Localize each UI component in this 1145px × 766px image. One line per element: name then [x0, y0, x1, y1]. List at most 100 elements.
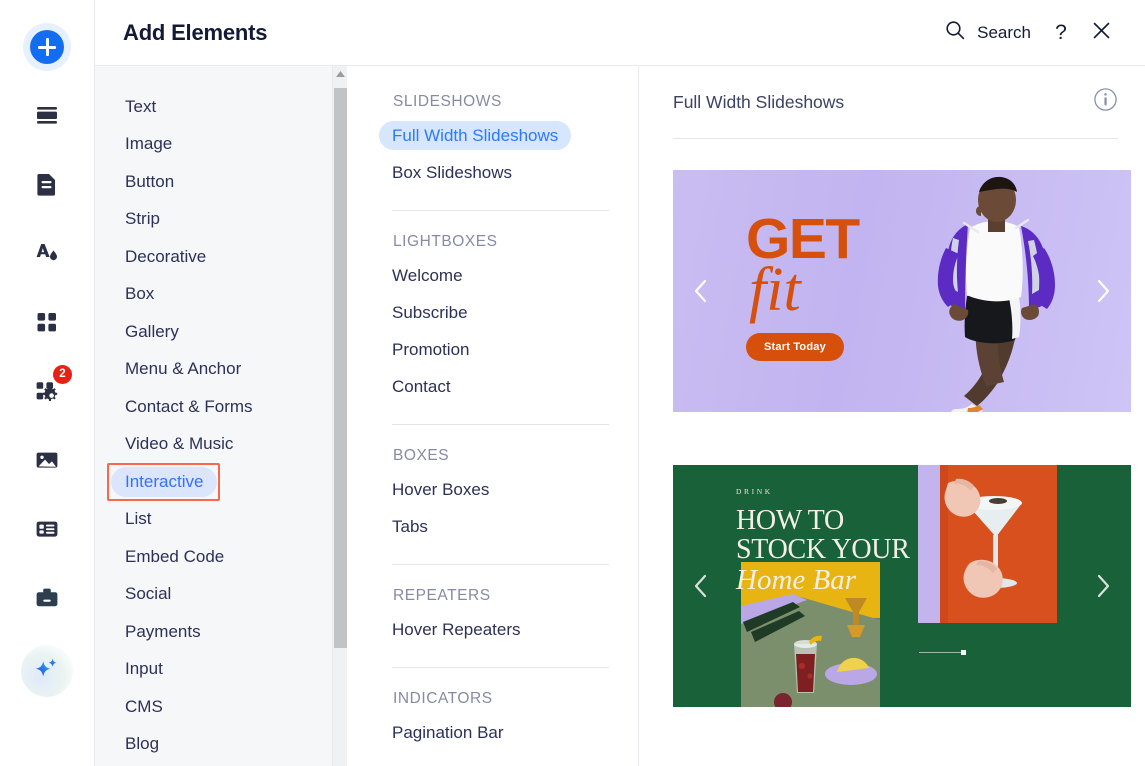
help-button[interactable]: ? [1041, 13, 1081, 53]
slide-progress-indicator[interactable] [919, 647, 966, 657]
subcategory-group-heading: REPEATERS [393, 587, 491, 604]
category-item-strip[interactable]: Strip [95, 201, 347, 239]
rail-item-media[interactable] [23, 436, 71, 484]
category-item-button[interactable]: Button [95, 163, 347, 201]
panel-header: Add Elements Search ? [95, 0, 1145, 66]
category-item-interactive[interactable]: Interactive [95, 463, 347, 501]
category-item-contact-forms[interactable]: Contact & Forms [95, 388, 347, 426]
main-panel: Add Elements Search ? Text Image Button … [95, 0, 1145, 766]
category-item-label: Contact & Forms [125, 396, 253, 416]
home-bar-headline: DRINK HOW TO STOCK YOUR Home Bar [736, 487, 910, 596]
next-slide-button[interactable] [1088, 571, 1118, 601]
subcategory-item-label: Hover Boxes [392, 479, 490, 499]
add-elements-panel: 2 Add Elements Search ? Text Image Butto… [0, 0, 1145, 766]
slideshow-preview-get-fit[interactable]: GET fit Start Today [673, 170, 1131, 412]
search-label: Search [977, 22, 1031, 42]
category-item-blog[interactable]: Blog [95, 726, 347, 764]
category-item-label: Decorative [125, 246, 207, 266]
rail-item-site-design[interactable] [23, 229, 71, 277]
category-item-embed-code[interactable]: Embed Code [95, 538, 347, 576]
runner-photo [937, 176, 1055, 412]
category-item-label: Blog [125, 734, 160, 754]
headline-line-1: HOW TO [736, 505, 844, 536]
category-item-menu-anchor[interactable]: Menu & Anchor [95, 351, 347, 389]
category-item-label: List [125, 509, 152, 529]
subcategory-item-welcome[interactable]: Welcome [392, 257, 638, 294]
headline-script: Home Bar [736, 564, 857, 597]
category-item-image[interactable]: Image [95, 126, 347, 164]
headline-line-2: STOCK YOUR [736, 533, 910, 565]
subcategory-separator [392, 424, 609, 425]
category-item-video-music[interactable]: Video & Music [95, 426, 347, 464]
prev-slide-button[interactable] [686, 276, 716, 306]
rail-item-pages[interactable] [23, 160, 71, 208]
subcategory-item-full-width-slideshows[interactable]: Full Width Slideshows [379, 117, 638, 154]
header-actions: Search ? [934, 13, 1121, 53]
info-button[interactable] [1093, 87, 1118, 117]
start-today-button[interactable]: Start Today [746, 333, 844, 362]
rail-item-ai-assistant[interactable] [21, 645, 73, 697]
preview-column: Full Width Slideshows GET fit Start Toda… [639, 66, 1145, 766]
table-icon [32, 514, 62, 544]
category-item-label: Menu & Anchor [125, 359, 242, 379]
category-list: Text Image Button Strip Decorative Box Gallery… [95, 66, 347, 763]
briefcase-icon [32, 583, 62, 613]
close-button[interactable] [1081, 13, 1121, 53]
category-item-gallery[interactable]: Gallery [95, 313, 347, 351]
subcategory-item-hover-repeaters[interactable]: Hover Repeaters [392, 611, 638, 648]
category-item-label: Text [125, 96, 157, 116]
category-item-label: Video & Music [125, 434, 234, 454]
subcategory-group: SLIDESHOWS Full Width Slideshows Box Slide… [379, 93, 638, 191]
preview-card-list: GET fit Start Today DRINK HOW TO STOCK Y… [673, 139, 1145, 707]
category-item-payments[interactable]: Payments [95, 613, 347, 651]
subcategory-item-box-slideshows[interactable]: Box Slideshows [392, 154, 638, 191]
category-item-cms[interactable]: CMS [95, 688, 347, 726]
subcategory-item-subscribe[interactable]: Subscribe [392, 294, 638, 331]
subcategory-group-heading: INDICATORS [393, 690, 493, 707]
scrollbar-thumb[interactable] [334, 88, 347, 648]
subcategory-item-label: Box Slideshows [392, 162, 513, 182]
prev-slide-button[interactable] [686, 571, 716, 601]
category-item-label: Interactive [106, 463, 221, 501]
subcategory-item-label: Hover Repeaters [392, 619, 521, 639]
rail-item-add-ons[interactable]: 2 [23, 365, 72, 415]
category-item-social[interactable]: Social [95, 576, 347, 614]
category-item-label: Gallery [125, 321, 179, 341]
search-button[interactable]: Search [934, 15, 1041, 50]
preview-title: Full Width Slideshows [673, 91, 845, 112]
category-column: Text Image Button Strip Decorative Box Gallery… [95, 66, 347, 766]
preview-header: Full Width Slideshows [673, 66, 1145, 138]
category-item-decorative[interactable]: Decorative [95, 238, 347, 276]
subcategory-item-hover-boxes[interactable]: Hover Boxes [392, 471, 638, 508]
rail-item-add-section[interactable] [23, 91, 71, 139]
subcategory-item-label: Contact [392, 376, 451, 396]
theme-icon [32, 238, 62, 268]
category-item-label: Input [125, 659, 163, 679]
subcategory-item-promotion[interactable]: Promotion [392, 331, 638, 368]
rail-item-business[interactable] [23, 574, 71, 622]
rail-item-add-elements[interactable] [23, 23, 71, 71]
left-icon-rail: 2 [0, 0, 95, 766]
subcategory-item-pagination-bar[interactable]: Pagination Bar [392, 714, 638, 751]
subcategory-group: LIGHTBOXES Welcome Subscribe Promotion Conta… [392, 233, 638, 405]
subcategory-group-heading: BOXES [393, 447, 450, 464]
subcategory-item-contact[interactable]: Contact [392, 368, 638, 405]
category-item-input[interactable]: Input [95, 651, 347, 689]
cocktail-photo [918, 465, 1057, 623]
scroll-up-arrow-icon[interactable] [333, 66, 347, 82]
category-item-box[interactable]: Box [95, 276, 347, 314]
page-title: Add Elements [123, 19, 268, 45]
category-item-list[interactable]: List [95, 501, 347, 539]
get-fit-headline: GET fit Start Today [746, 210, 860, 362]
info-icon [1093, 88, 1118, 116]
category-scrollbar[interactable] [332, 66, 347, 766]
subcategory-separator [392, 667, 609, 668]
rail-item-apps[interactable] [23, 298, 71, 346]
category-item-text[interactable]: Text [95, 88, 347, 126]
progress-handle[interactable] [961, 649, 966, 655]
slideshow-preview-home-bar[interactable]: DRINK HOW TO STOCK YOUR Home Bar [673, 465, 1131, 707]
add-ons-badge: 2 [53, 365, 72, 384]
subcategory-item-tabs[interactable]: Tabs [392, 508, 638, 545]
next-slide-button[interactable] [1088, 276, 1118, 306]
rail-item-cms[interactable] [23, 505, 71, 553]
